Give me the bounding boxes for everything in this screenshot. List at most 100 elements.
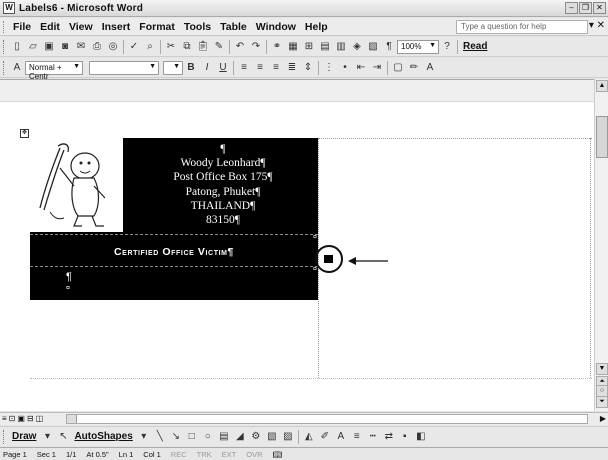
status-trk[interactable]: TRK [197,450,212,459]
next-page-icon[interactable]: ⏷ [596,396,608,408]
autoshapes-menu-button[interactable]: AutoShapes [74,431,132,442]
styles-formatting-icon[interactable]: A [10,61,24,75]
select-objects-icon[interactable]: ↖ [56,430,70,444]
3d-style-icon[interactable]: ◧ [414,430,428,444]
line-spacing-icon[interactable]: ⇕ [301,61,315,75]
line-style-icon[interactable]: ≡ [350,430,364,444]
insert-table-icon[interactable]: ⊞ [302,40,316,54]
table-move-handle-icon[interactable]: ✥ [20,129,29,138]
word-app-icon[interactable]: W [3,2,15,14]
toolbar-grip[interactable] [3,39,6,54]
research-icon[interactable]: ⌕ [143,40,157,54]
undo-icon[interactable]: ↶ [233,40,247,54]
print-icon[interactable]: ⎙ [90,40,104,54]
hyperlink-icon[interactable]: ⚭ [270,40,284,54]
font-color-icon[interactable]: A [334,430,348,444]
help-icon[interactable]: ? [440,40,454,54]
scroll-up-icon[interactable]: ▲ [596,80,608,92]
minimize-button[interactable]: – [565,2,578,14]
show-hide-icon[interactable]: ¶ [382,40,396,54]
highlight-icon[interactable]: ✏ [407,61,421,75]
increase-indent-icon[interactable]: ⇥ [370,61,384,75]
certified-office-victim-text[interactable]: Certified Office Victim¶ [30,246,318,258]
paste-icon[interactable]: 📋︎ [196,40,210,54]
menu-window[interactable]: Window [253,21,302,33]
dash-style-icon[interactable]: ┅ [366,430,380,444]
menu-tools[interactable]: Tools [181,21,217,33]
status-ext[interactable]: EXT [222,450,237,459]
menu-format[interactable]: Format [136,21,181,33]
outline-view-icon[interactable]: ⊟ [27,414,34,423]
document-map-icon[interactable]: ▧ [366,40,380,54]
reading-layout-icon[interactable]: ◫ [36,414,44,423]
horizontal-scroll-track[interactable] [66,414,588,424]
address-block[interactable]: ¶ Woody Leonhard¶ Post Office Box 175¶ P… [128,142,318,227]
columns-icon[interactable]: ▥ [334,40,348,54]
chevron-down-icon[interactable]: ▾ [137,430,151,444]
label-cell[interactable]: ¶ Woody Leonhard¶ Post Office Box 175¶ P… [30,138,318,300]
menu-view[interactable]: View [66,21,99,33]
close-document-icon[interactable]: ▾ ✕ [589,20,605,31]
copy-icon[interactable]: ⧉ [180,40,194,54]
wordart-icon[interactable]: ◢ [233,430,247,444]
restore-button[interactable]: ❐ [579,2,592,14]
font-dropdown[interactable]: ▼ [89,60,159,75]
status-rec[interactable]: REC [171,450,187,459]
numbering-icon[interactable]: ⋮ [322,61,336,75]
align-center-icon[interactable]: ≡ [253,61,267,75]
menu-help[interactable]: Help [302,21,334,33]
email-icon[interactable]: ✉ [74,40,88,54]
permission-icon[interactable]: ◙ [58,40,72,54]
align-right-icon[interactable]: ≡ [269,61,283,75]
print-layout-icon[interactable]: ▣ [17,414,25,423]
toolbar-grip[interactable] [3,60,6,75]
read-button[interactable]: Read [463,41,487,52]
vertical-scrollbar[interactable]: ▲ ▼ ⏶ ○ ⏷ [594,79,608,411]
rectangle-icon[interactable]: □ [185,430,199,444]
font-color-icon[interactable]: A [423,61,437,75]
scroll-down-icon[interactable]: ▼ [596,363,608,375]
save-icon[interactable]: ▣ [42,40,56,54]
line-color-icon[interactable]: ✐ [318,430,332,444]
help-search-input[interactable]: Type a question for help [456,20,588,34]
horizontal-scrollbar[interactable]: ≡ ⊡ ▣ ⊟ ◫ ▶ [0,412,608,425]
web-layout-icon[interactable]: ⊡ [9,414,16,423]
drawing-icon[interactable]: ◈ [350,40,364,54]
menu-edit[interactable]: Edit [37,21,66,33]
close-button[interactable]: ✕ [593,2,606,14]
align-left-icon[interactable]: ≡ [237,61,251,75]
arrow-icon[interactable]: ↘ [169,430,183,444]
document-area[interactable]: ✥ ¶ Woody Leonhard¶ Post Office Box 175¶… [0,79,594,411]
normal-view-icon[interactable]: ≡ [2,414,7,423]
menu-table[interactable]: Table [217,21,253,33]
status-ovr[interactable]: OVR [246,450,262,459]
menu-grip[interactable] [3,20,6,33]
bold-icon[interactable]: B [184,61,198,75]
cartoon-image[interactable] [30,138,123,232]
chevron-down-icon[interactable]: ▾ [40,430,54,444]
style-dropdown[interactable]: Normal + Centr ▼ [25,60,83,81]
clip-art-icon[interactable]: ▧ [265,430,279,444]
oval-icon[interactable]: ○ [201,430,215,444]
bullets-icon[interactable]: • [338,61,352,75]
arrow-style-icon[interactable]: ⇄ [382,430,396,444]
menu-file[interactable]: File [10,21,37,33]
format-painter-icon[interactable]: ✎ [212,40,226,54]
decrease-indent-icon[interactable]: ⇤ [354,61,368,75]
zoom-dropdown[interactable]: 100% ▼ [397,39,439,54]
font-size-dropdown[interactable]: ▼ [163,60,183,75]
cut-icon[interactable]: ✂ [164,40,178,54]
spelling-status-icon[interactable]: 📖︎ [273,450,283,459]
menu-insert[interactable]: Insert [99,21,137,33]
justify-icon[interactable]: ≣ [285,61,299,75]
spelling-icon[interactable]: ✓ [127,40,141,54]
new-document-icon[interactable]: ▯ [10,40,24,54]
text-box-icon[interactable]: ▤ [217,430,231,444]
draw-menu-button[interactable]: Draw [12,431,36,442]
toolbar-grip[interactable] [3,429,6,444]
redo-icon[interactable]: ↷ [249,40,263,54]
italic-icon[interactable]: I [200,61,214,75]
underline-icon[interactable]: U [216,61,230,75]
scroll-right-icon[interactable]: ▶ [600,414,606,423]
diagram-icon[interactable]: ⚙ [249,430,263,444]
